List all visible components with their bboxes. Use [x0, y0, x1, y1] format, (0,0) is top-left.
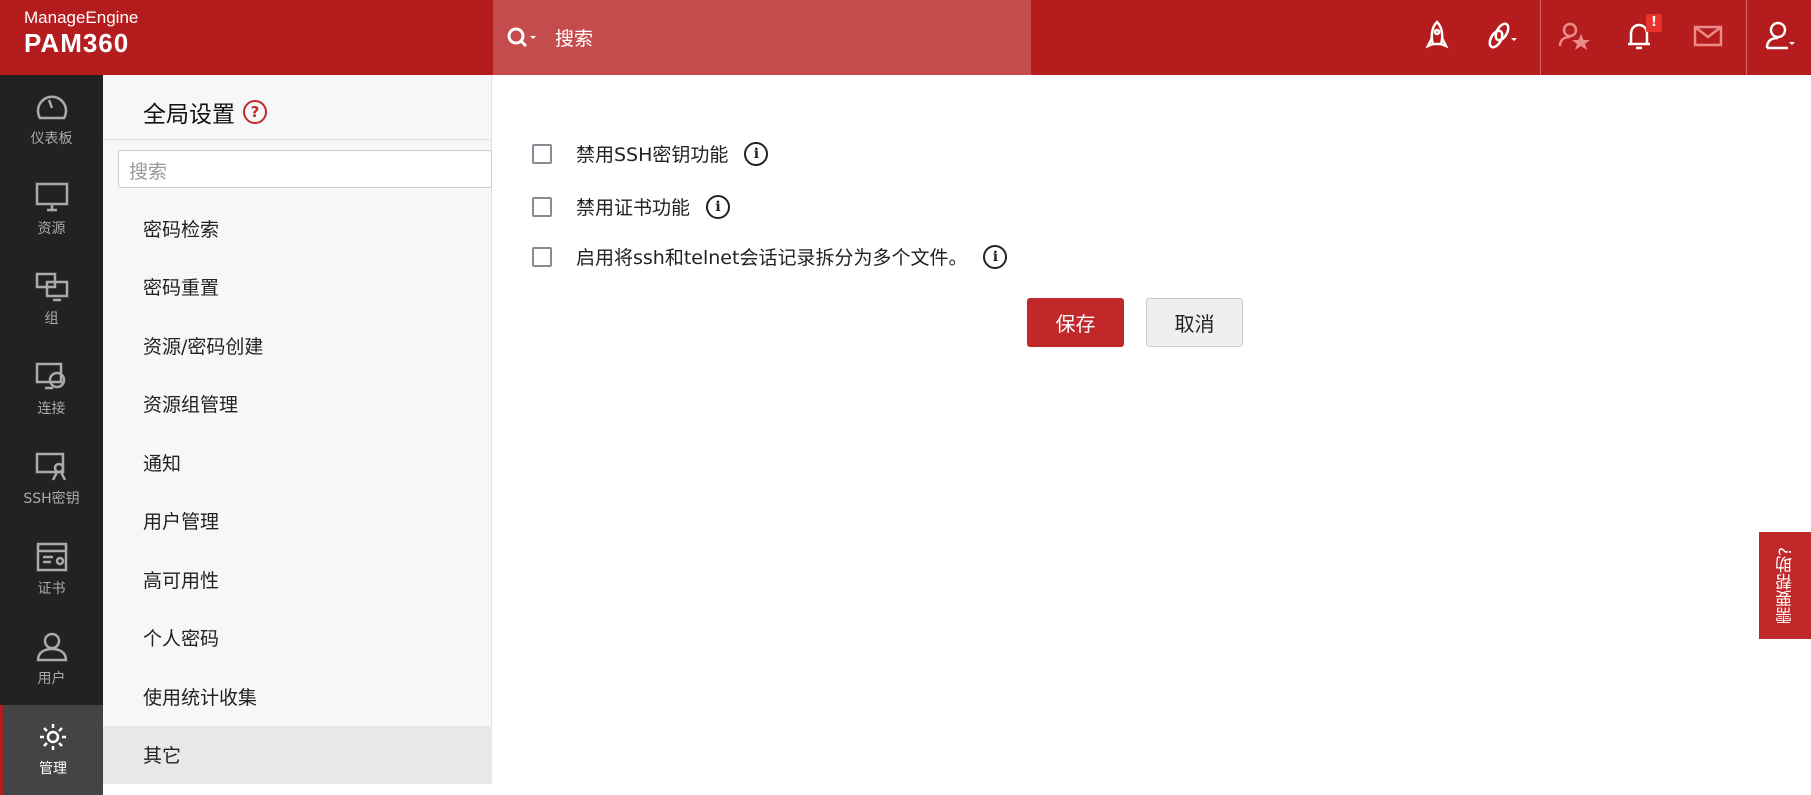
link-icon[interactable] [1484, 18, 1520, 54]
menu-item-usage-stats[interactable]: 使用统计收集 [103, 667, 492, 726]
checkbox[interactable] [532, 246, 552, 267]
global-search[interactable]: 搜索 [493, 0, 1031, 75]
menu-item-password-reset[interactable]: 密码重置 [103, 258, 492, 317]
menu-item-others[interactable]: 其它 [103, 725, 492, 784]
main-nav: 仪表板 资源 组 连接 SSH密钥 证书 用户 管理 [0, 75, 103, 795]
nav-connections[interactable]: 连接 [0, 345, 103, 435]
menu-item-notification[interactable]: 通知 [103, 433, 492, 492]
settings-search-input[interactable]: 搜索 [118, 150, 492, 188]
menu-item-resource-group[interactable]: 资源组管理 [103, 375, 492, 434]
notification-badge: ! [1646, 14, 1662, 32]
info-icon[interactable]: i [983, 244, 1008, 269]
checkbox[interactable] [532, 143, 552, 164]
nav-ssh-keys[interactable]: SSH密钥 [0, 435, 103, 525]
certificate-icon [36, 542, 67, 572]
search-icon[interactable] [505, 25, 545, 51]
nav-resources[interactable]: 资源 [0, 165, 103, 255]
user-star-icon[interactable] [1557, 18, 1593, 54]
rocket-icon[interactable] [1419, 18, 1455, 54]
header-divider [1746, 0, 1747, 75]
connection-icon [35, 362, 65, 390]
info-icon[interactable]: i [706, 194, 731, 219]
menu-item-password-retrieval[interactable]: 密码检索 [103, 199, 492, 258]
option-disable-ssh-keys: 禁用SSH密钥功能 i [532, 140, 769, 167]
option-split-session-recording: 启用将ssh和telnet会话记录拆分为多个文件。 i [532, 243, 1008, 270]
menu-item-resource-creation[interactable]: 资源/密码创建 [103, 316, 492, 375]
group-icon [35, 272, 68, 302]
ssh-key-icon [35, 452, 66, 481]
nav-certificates[interactable]: 证书 [0, 525, 103, 615]
user-icon [36, 632, 67, 662]
user-menu-icon[interactable] [1764, 18, 1800, 54]
logo[interactable]: ManageEngine PAM360 [24, 8, 138, 59]
header-divider [1540, 0, 1541, 75]
help-icon[interactable]: ? [243, 100, 267, 124]
settings-menu: 密码检索 密码重置 资源/密码创建 资源组管理 通知 用户管理 高可用性 个人密… [103, 199, 492, 784]
dashboard-icon [36, 95, 67, 120]
menu-item-personal-passwords[interactable]: 个人密码 [103, 609, 492, 668]
top-header: ManageEngine PAM360 搜索 ! [0, 0, 1811, 75]
cancel-button[interactable]: 取消 [1146, 298, 1243, 347]
save-button[interactable]: 保存 [1027, 298, 1124, 347]
nav-groups[interactable]: 组 [0, 255, 103, 345]
nav-users[interactable]: 用户 [0, 615, 103, 705]
info-icon[interactable]: i [744, 141, 769, 166]
option-disable-certificates: 禁用证书功能 i [532, 193, 731, 220]
nav-admin[interactable]: 管理 [0, 705, 103, 795]
mail-icon[interactable] [1690, 18, 1726, 54]
nav-dashboard[interactable]: 仪表板 [0, 75, 103, 165]
checkbox[interactable] [532, 196, 552, 217]
page-title: 全局设置? [143, 95, 267, 129]
divider [103, 139, 492, 140]
menu-item-high-availability[interactable]: 高可用性 [103, 550, 492, 609]
monitor-icon [35, 182, 68, 212]
help-tab[interactable]: 需要帮助? [1759, 532, 1811, 639]
menu-item-user-management[interactable]: 用户管理 [103, 492, 492, 551]
gear-icon [40, 724, 66, 750]
settings-panel: 全局设置? 搜索 密码检索 密码重置 资源/密码创建 资源组管理 通知 用户管理… [103, 75, 492, 784]
global-search-input[interactable]: 搜索 [555, 24, 593, 51]
